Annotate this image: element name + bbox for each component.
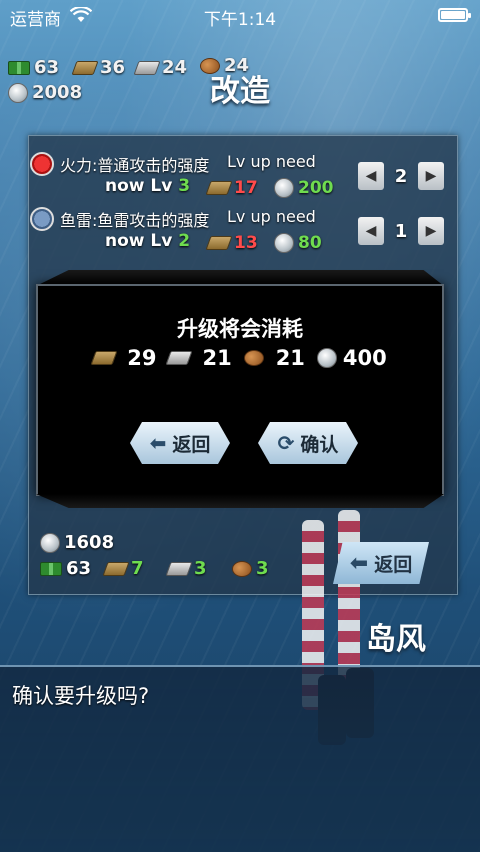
upgrade-row-firepower: 火力:普通攻击的强度 Lv up need now Lv 3 17 200 ◀ … xyxy=(30,150,450,205)
modal-steel-cost: 21 xyxy=(165,346,232,370)
bottom-bauxite-resource: 3 xyxy=(232,558,269,579)
dialog-text: 确认要升级吗? xyxy=(12,684,150,708)
page-title: 改造 xyxy=(210,74,270,109)
bottom-steel-resource: 3 xyxy=(165,558,207,579)
bottom-coin-resource: 1608 xyxy=(40,532,114,553)
status-bar: 运营商 下午1:14 xyxy=(0,0,480,30)
torpedo-icon xyxy=(30,207,54,231)
bauxite-icon xyxy=(232,560,252,577)
quantity-value: 1 xyxy=(394,220,408,242)
ammo-icon xyxy=(205,236,233,250)
modal-ammo-value: 29 xyxy=(127,346,157,370)
back-button-label: 返回 xyxy=(374,553,413,576)
modal-back-button[interactable]: ⬅ 返回 xyxy=(130,422,230,464)
ammo-cost-value: 17 xyxy=(234,178,258,198)
modal-steel-value: 21 xyxy=(202,346,232,370)
quantity-value: 2 xyxy=(394,165,408,187)
coin-icon xyxy=(274,178,294,198)
coin-cost: 200 xyxy=(274,178,334,198)
modal-confirm-label: 确认 xyxy=(300,433,339,456)
quantity-stepper: ◀ 2 ▶ xyxy=(358,162,444,190)
steel-icon xyxy=(165,351,194,365)
modal-cost-line: 29 21 21 400 xyxy=(36,346,444,370)
coin-cost: 80 xyxy=(274,233,322,253)
ammo-icon xyxy=(90,351,118,365)
bauxite-icon xyxy=(243,350,264,366)
now-level: now Lv 3 xyxy=(105,176,190,196)
fuel-icon xyxy=(40,561,62,576)
modal-coin-value: 400 xyxy=(342,346,387,370)
modal-frame-bottom xyxy=(36,494,444,508)
coin-cost-value: 80 xyxy=(298,233,322,253)
upgrade-name: 鱼雷:鱼雷攻击的强度 xyxy=(60,211,210,230)
modal-bauxite-value: 21 xyxy=(275,346,305,370)
decrease-button[interactable]: ◀ xyxy=(358,217,384,245)
back-arrow-icon: ⬅ xyxy=(349,550,369,576)
modal-title: 升级将会消耗 xyxy=(177,317,303,341)
modal-back-label: 返回 xyxy=(172,433,211,456)
bottom-bauxite-value: 3 xyxy=(256,558,269,579)
now-level: now Lv 2 xyxy=(105,231,190,251)
bottom-steel-value: 3 xyxy=(194,558,207,579)
back-button[interactable]: ⬅ 返回 xyxy=(333,542,429,584)
fire-icon xyxy=(30,152,54,176)
upgrade-name: 火力:普通攻击的强度 xyxy=(60,156,210,175)
bottom-coin-value: 1608 xyxy=(64,532,115,553)
clock: 下午1:14 xyxy=(203,10,277,30)
battery-icon xyxy=(438,8,471,22)
steel-icon xyxy=(165,561,193,576)
coin-icon xyxy=(274,233,294,253)
ammo-icon xyxy=(102,561,130,576)
increase-button[interactable]: ▶ xyxy=(418,162,444,190)
modal-ammo-cost: 29 xyxy=(90,346,157,370)
bottom-ammo-value: 7 xyxy=(131,558,144,579)
modal-coin-cost: 400 xyxy=(316,346,387,370)
coin-icon xyxy=(316,348,337,368)
level-value: 3 xyxy=(178,176,191,196)
ammo-cost: 17 xyxy=(205,178,258,198)
modal-bauxite-cost: 21 xyxy=(243,346,305,370)
refresh-icon: ⟳ xyxy=(277,431,295,455)
coin-icon xyxy=(40,532,60,553)
now-level-label: now Lv xyxy=(105,231,173,251)
ammo-cost-value: 13 xyxy=(234,233,258,253)
lv-up-need-label: Lv up need xyxy=(227,207,316,226)
bottom-fuel-resource: 63 xyxy=(40,558,91,579)
modal-confirm-button[interactable]: ⟳ 确认 xyxy=(258,422,358,464)
quantity-stepper: ◀ 1 ▶ xyxy=(358,217,444,245)
bottom-fuel-value: 63 xyxy=(66,558,92,579)
lv-up-need-label: Lv up need xyxy=(227,152,316,171)
decrease-button[interactable]: ◀ xyxy=(358,162,384,190)
upgrade-row-torpedo: 鱼雷:鱼雷攻击的强度 Lv up need now Lv 2 13 80 ◀ 1… xyxy=(30,205,450,260)
now-level-label: now Lv xyxy=(105,176,173,196)
ammo-cost: 13 xyxy=(205,233,258,253)
level-value: 2 xyxy=(178,231,191,251)
increase-button[interactable]: ▶ xyxy=(418,217,444,245)
ammo-icon xyxy=(205,181,233,195)
coin-cost-value: 200 xyxy=(298,178,334,198)
bottom-ammo-resource: 7 xyxy=(102,558,144,579)
ship-name: 岛风 xyxy=(366,622,426,657)
back-arrow-icon: ⬅ xyxy=(149,431,167,455)
